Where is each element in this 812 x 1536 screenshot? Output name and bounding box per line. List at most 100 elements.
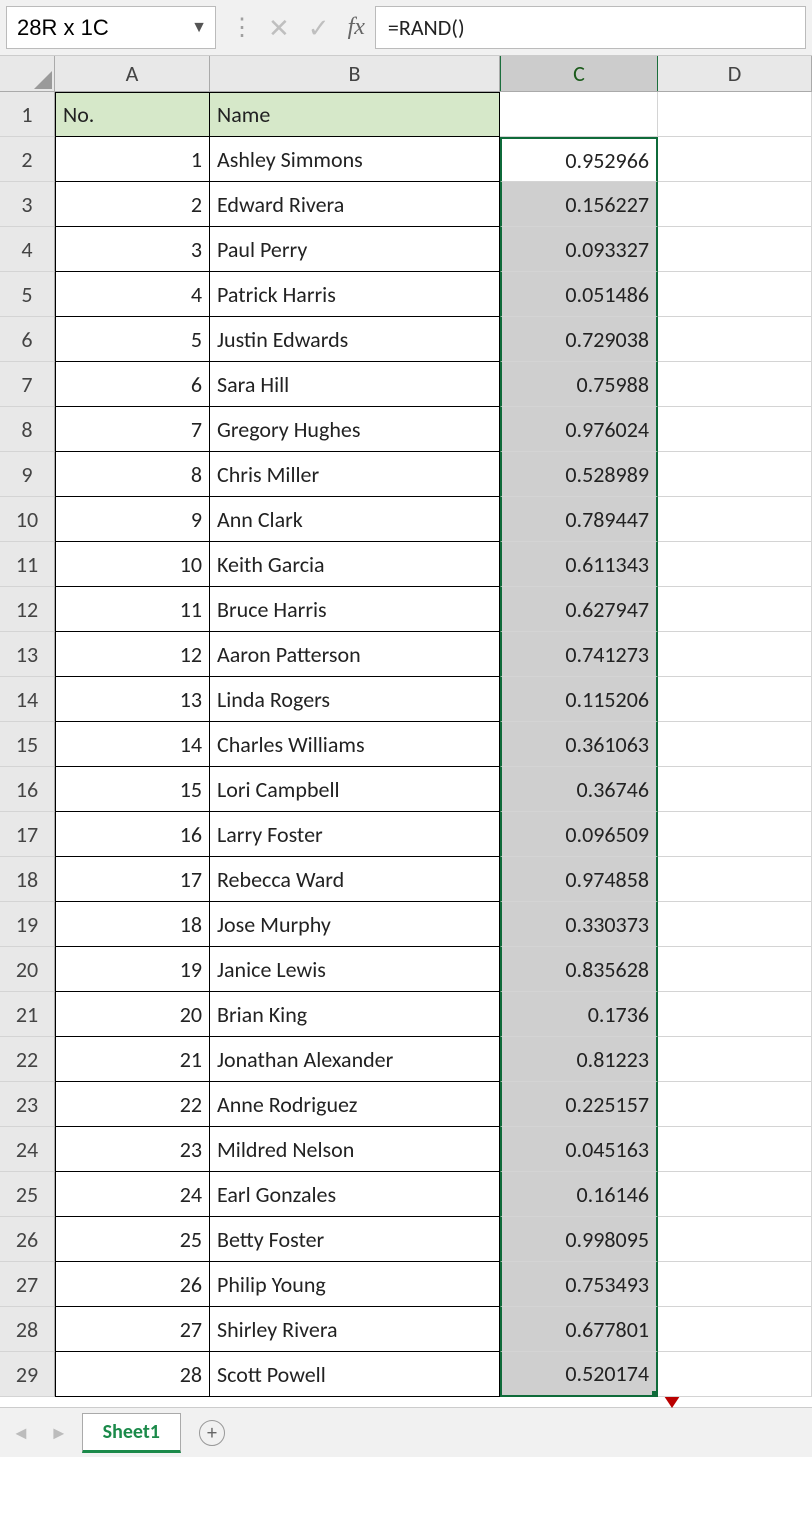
cell[interactable]: 0.1736 — [500, 992, 658, 1037]
cell[interactable]: Charles Williams — [210, 722, 500, 767]
row-header[interactable]: 29 — [0, 1352, 55, 1397]
cell[interactable] — [658, 1262, 812, 1307]
cell[interactable]: Scott Powell — [210, 1352, 500, 1397]
cell[interactable]: Chris Miller — [210, 452, 500, 497]
cell[interactable]: Lori Campbell — [210, 767, 500, 812]
select-all-corner[interactable] — [0, 56, 55, 91]
cell[interactable]: 0.741273 — [500, 632, 658, 677]
cell[interactable]: 0.225157 — [500, 1082, 658, 1127]
cell[interactable] — [658, 1217, 812, 1262]
cell[interactable]: Betty Foster — [210, 1217, 500, 1262]
cell[interactable] — [658, 182, 812, 227]
row-header[interactable]: 15 — [0, 722, 55, 767]
cell[interactable]: 0.528989 — [500, 452, 658, 497]
expand-handle-icon[interactable]: ⋮ — [226, 6, 258, 49]
cell[interactable]: 0.611343 — [500, 542, 658, 587]
cell[interactable]: Ashley Simmons — [210, 137, 500, 182]
row-header[interactable]: 4 — [0, 227, 55, 272]
row-header[interactable]: 10 — [0, 497, 55, 542]
cell[interactable]: 4 — [55, 272, 210, 317]
cell[interactable] — [658, 947, 812, 992]
cell[interactable]: 21 — [55, 1037, 210, 1082]
cell[interactable] — [658, 362, 812, 407]
cell[interactable]: Patrick Harris — [210, 272, 500, 317]
next-sheet-icon[interactable]: ► — [44, 1422, 74, 1444]
cell[interactable] — [658, 587, 812, 632]
cell[interactable]: 0.096509 — [500, 812, 658, 857]
row-header[interactable]: 20 — [0, 947, 55, 992]
cell[interactable]: Edward Rivera — [210, 182, 500, 227]
new-sheet-button[interactable]: + — [199, 1420, 225, 1446]
cell[interactable] — [658, 227, 812, 272]
cell[interactable] — [658, 677, 812, 722]
cell[interactable]: Name — [210, 92, 500, 137]
cell[interactable]: Brian King — [210, 992, 500, 1037]
cell[interactable]: Gregory Hughes — [210, 407, 500, 452]
cell[interactable]: 16 — [55, 812, 210, 857]
confirm-icon[interactable]: ✓ — [308, 12, 330, 44]
cell[interactable]: 28 — [55, 1352, 210, 1397]
cell[interactable]: Philip Young — [210, 1262, 500, 1307]
cell[interactable]: Sara Hill — [210, 362, 500, 407]
cell[interactable]: 0.627947 — [500, 587, 658, 632]
row-header[interactable]: 6 — [0, 317, 55, 362]
cell[interactable]: Ann Clark — [210, 497, 500, 542]
cell[interactable] — [658, 407, 812, 452]
cell[interactable]: 0.976024 — [500, 407, 658, 452]
cell[interactable]: 23 — [55, 1127, 210, 1172]
cell[interactable]: 13 — [55, 677, 210, 722]
prev-sheet-icon[interactable]: ◄ — [6, 1422, 36, 1444]
cell[interactable] — [658, 902, 812, 947]
cell[interactable]: 0.835628 — [500, 947, 658, 992]
cell[interactable]: Keith Garcia — [210, 542, 500, 587]
row-header[interactable]: 22 — [0, 1037, 55, 1082]
row-header[interactable]: 17 — [0, 812, 55, 857]
cell[interactable] — [658, 992, 812, 1037]
cell[interactable]: 0.36746 — [500, 767, 658, 812]
cell[interactable] — [658, 92, 812, 137]
cell[interactable]: 12 — [55, 632, 210, 677]
cell[interactable] — [658, 1172, 812, 1217]
cell[interactable]: Mildred Nelson — [210, 1127, 500, 1172]
cancel-icon[interactable]: ✕ — [268, 12, 290, 44]
row-header[interactable]: 25 — [0, 1172, 55, 1217]
cell[interactable]: Rebecca Ward — [210, 857, 500, 902]
cell[interactable]: 0.045163 — [500, 1127, 658, 1172]
cell[interactable]: 25 — [55, 1217, 210, 1262]
cell[interactable]: 11 — [55, 587, 210, 632]
cell[interactable]: Earl Gonzales — [210, 1172, 500, 1217]
cell[interactable]: Bruce Harris — [210, 587, 500, 632]
cell[interactable]: No. — [55, 92, 210, 137]
row-header[interactable]: 7 — [0, 362, 55, 407]
cell[interactable]: 0.75988 — [500, 362, 658, 407]
row-header[interactable]: 23 — [0, 1082, 55, 1127]
cell[interactable]: 7 — [55, 407, 210, 452]
cell[interactable] — [658, 1082, 812, 1127]
cell[interactable] — [500, 92, 658, 137]
row-header[interactable]: 3 — [0, 182, 55, 227]
cell[interactable] — [658, 1037, 812, 1082]
cell[interactable]: Larry Foster — [210, 812, 500, 857]
column-header-a[interactable]: A — [55, 56, 210, 91]
cell[interactable] — [658, 1307, 812, 1352]
row-header[interactable]: 14 — [0, 677, 55, 722]
cell[interactable] — [658, 542, 812, 587]
cell[interactable]: 0.729038 — [500, 317, 658, 362]
cell[interactable]: 3 — [55, 227, 210, 272]
cell[interactable]: 0.753493 — [500, 1262, 658, 1307]
cell[interactable]: Linda Rogers — [210, 677, 500, 722]
cell[interactable]: 0.520174 — [500, 1352, 658, 1397]
column-header-c[interactable]: C — [500, 56, 658, 91]
row-header[interactable]: 9 — [0, 452, 55, 497]
cell[interactable]: 22 — [55, 1082, 210, 1127]
cell[interactable]: 17 — [55, 857, 210, 902]
cell[interactable]: 0.093327 — [500, 227, 658, 272]
cell[interactable]: 24 — [55, 1172, 210, 1217]
cell[interactable] — [658, 812, 812, 857]
cell[interactable]: 10 — [55, 542, 210, 587]
row-header[interactable]: 11 — [0, 542, 55, 587]
sheet-tab-active[interactable]: Sheet1 — [82, 1413, 181, 1453]
cell[interactable]: 0.051486 — [500, 272, 658, 317]
column-header-d[interactable]: D — [658, 56, 812, 91]
row-header[interactable]: 24 — [0, 1127, 55, 1172]
